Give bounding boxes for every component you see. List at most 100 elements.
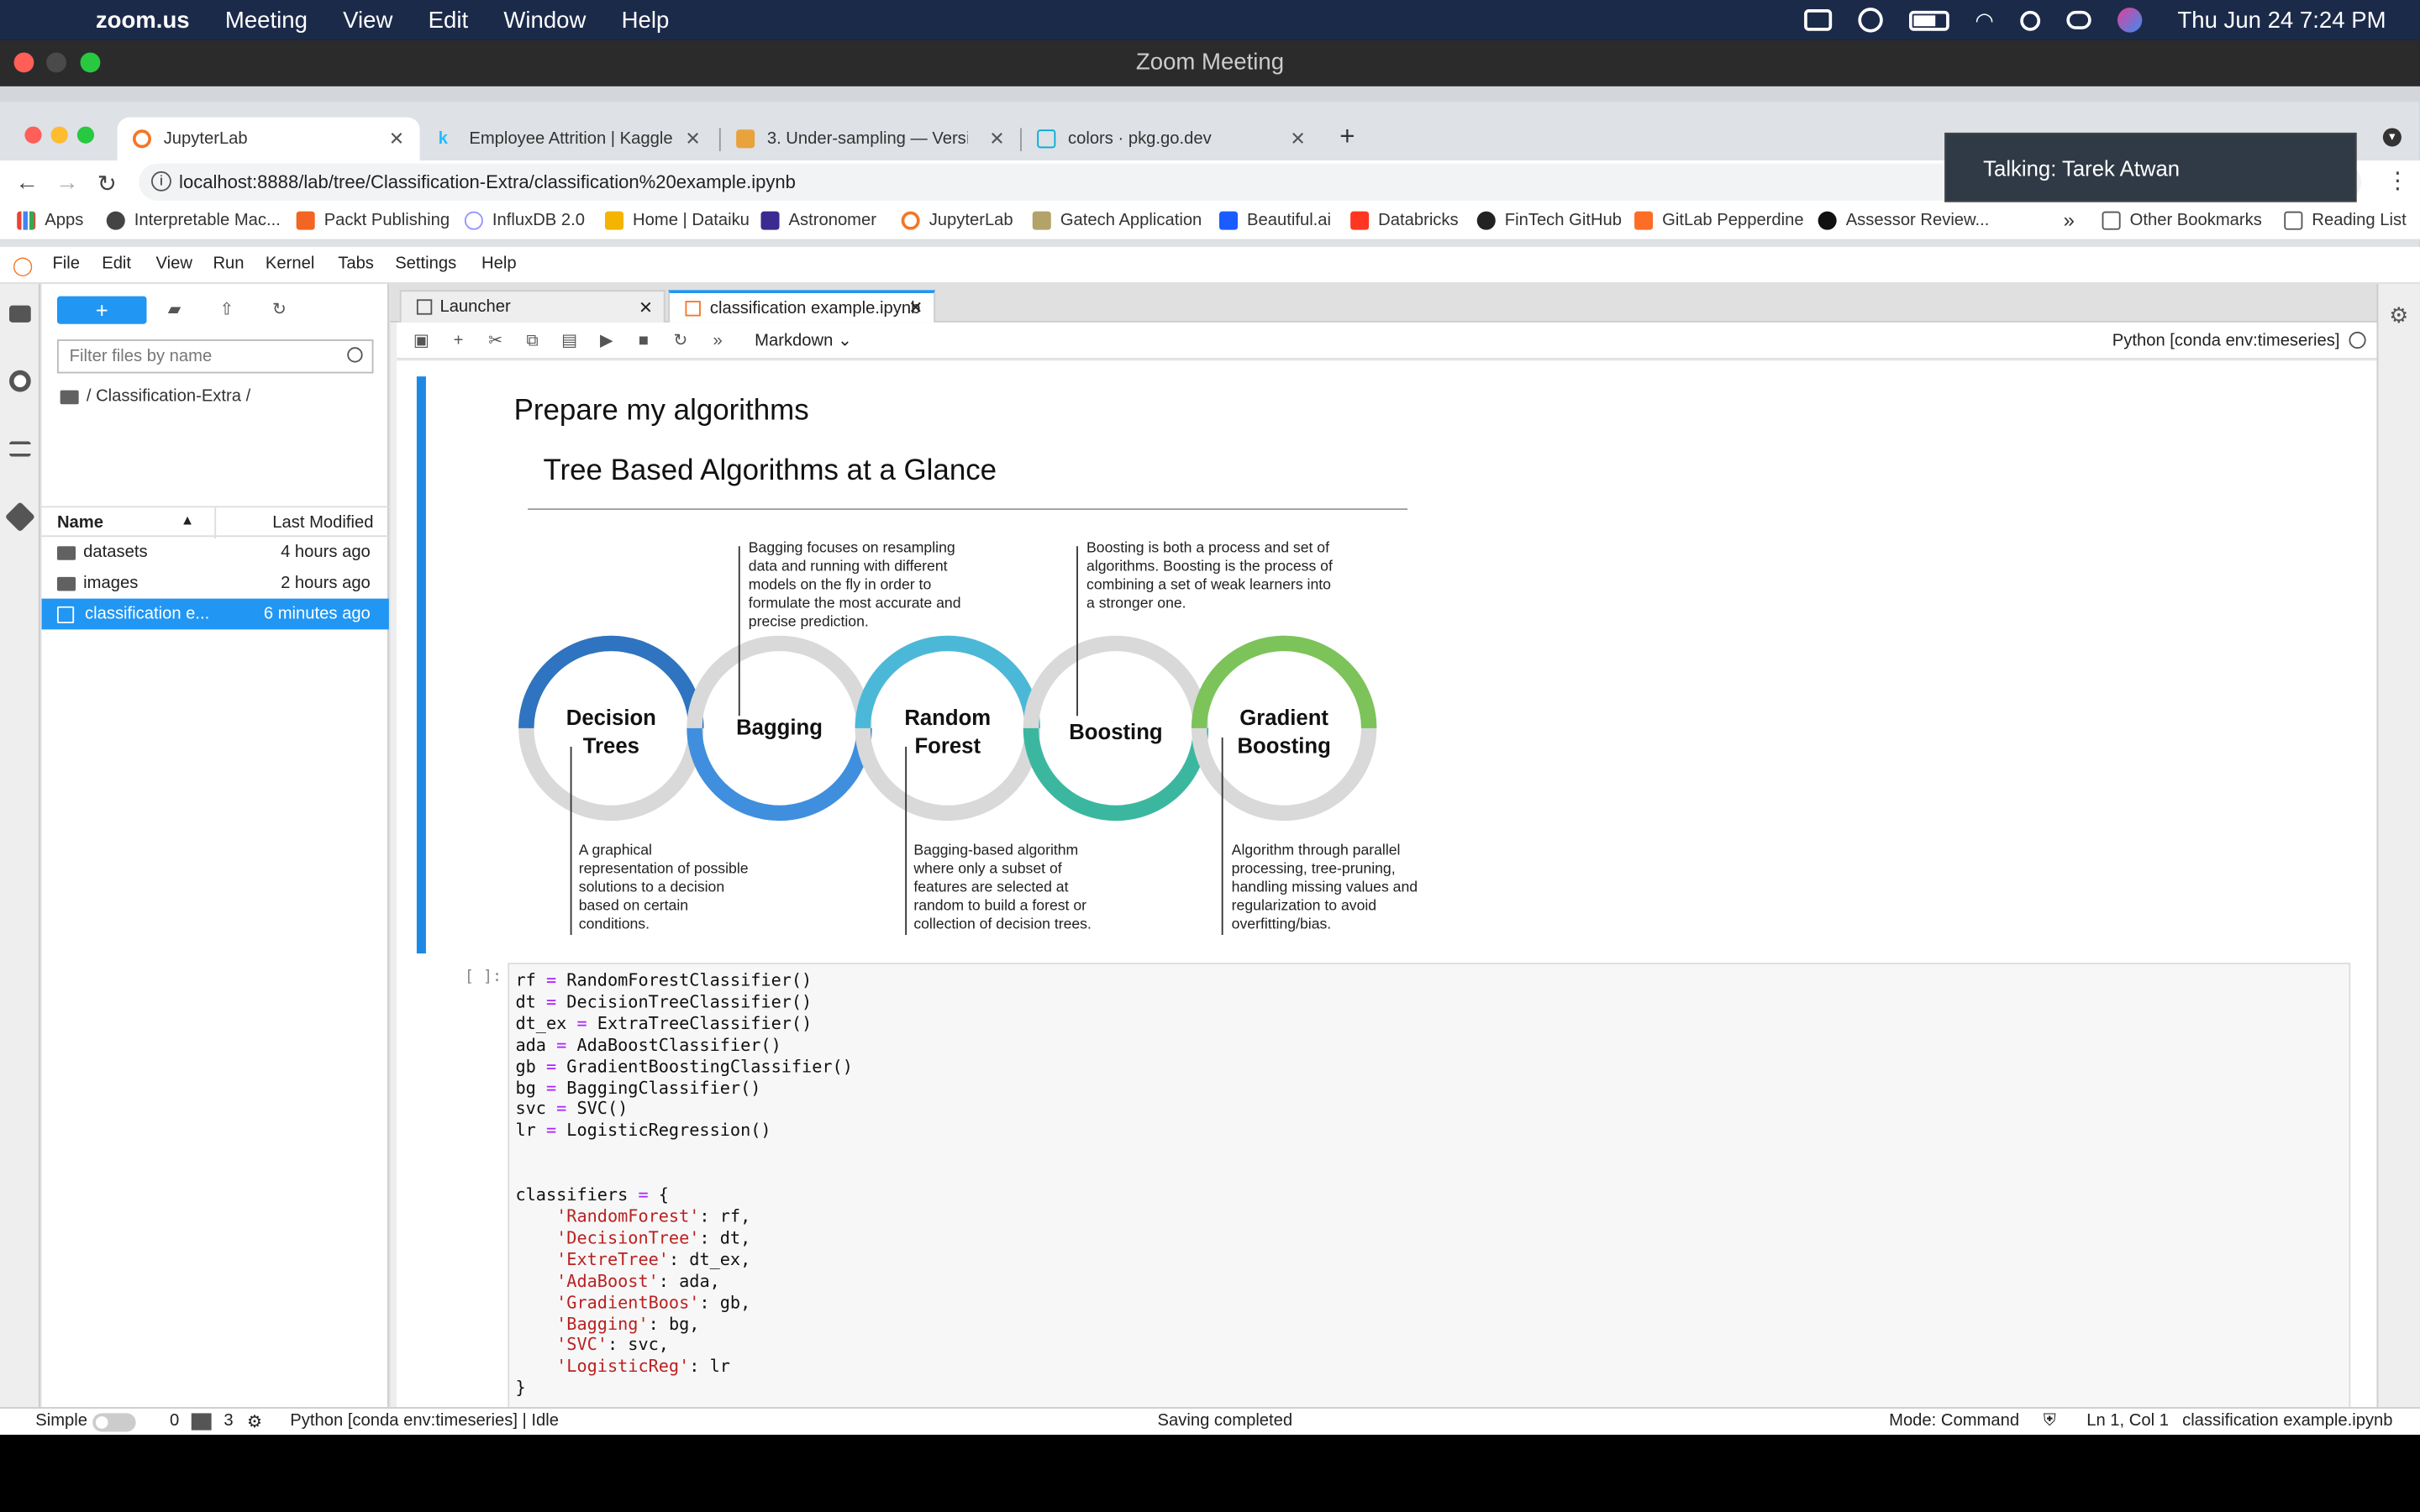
back-arrow-icon[interactable]: ← <box>15 170 39 196</box>
new-launcher-button[interactable]: + <box>56 296 147 324</box>
trust-shield-icon[interactable]: ⛨ <box>2044 1412 2056 1432</box>
wifi-icon[interactable]: ◠ <box>1975 7 1993 33</box>
bookmark-beautiful-ai[interactable]: Beautiful.ai <box>1218 211 1331 230</box>
play-icon[interactable] <box>1857 8 1883 33</box>
running-kernels-icon[interactable] <box>9 370 31 392</box>
new-tab-button[interactable]: + <box>1339 122 1355 153</box>
bookmark-databricks[interactable]: Databricks <box>1350 211 1459 230</box>
kernel-status[interactable]: Python [conda env:timeseries] | Idle <box>290 1412 559 1431</box>
cursor-position[interactable]: Ln 1, Col 1 <box>2086 1412 2169 1431</box>
upload-icon[interactable]: ⇧ <box>218 299 236 319</box>
doc-tab-launcher[interactable]: Launcher ✕ <box>399 290 666 323</box>
menu-bar-clock[interactable]: Thu Jun 24 7:24 PM <box>2177 7 2386 33</box>
control-center-icon[interactable] <box>2066 10 2091 29</box>
run-cell-icon[interactable]: ▶ <box>597 332 616 350</box>
jmenu-tabs[interactable]: Tabs <box>338 255 374 273</box>
bookmark-jupyterlab[interactable]: JupyterLab <box>901 211 1013 230</box>
refresh-icon[interactable]: ↻ <box>270 299 288 319</box>
bookmark-astronomer[interactable]: Astronomer <box>760 211 876 230</box>
bookmark-fintech-github[interactable]: FinTech GitHub <box>1476 211 1622 230</box>
file-row-images[interactable]: images 2 hours ago <box>42 568 389 599</box>
bookmark-influxdb[interactable]: InfluxDB 2.0 <box>464 211 585 230</box>
kernel-name[interactable]: Python [conda env:timeseries] <box>2112 332 2340 350</box>
forward-arrow-icon[interactable]: → <box>55 170 79 196</box>
breadcrumb[interactable]: / Classification-Extra / <box>60 387 250 406</box>
search-icon[interactable] <box>2020 9 2040 30</box>
minimize-window-button[interactable] <box>46 52 66 73</box>
copy-icon[interactable]: ⧉ <box>523 332 542 350</box>
reading-list[interactable]: Reading List <box>2284 211 2407 230</box>
bookmark-gitlab[interactable]: GitLab Pepperdine <box>1634 211 1804 230</box>
table-of-contents-icon[interactable] <box>9 441 31 457</box>
jmenu-help[interactable]: Help <box>481 255 517 273</box>
jmenu-kernel[interactable]: Kernel <box>266 255 314 273</box>
code-cell-editor[interactable]: rf = RandomForestClassifier() dt = Decis… <box>508 963 2351 1410</box>
close-window-button[interactable] <box>13 52 34 73</box>
other-bookmarks[interactable]: Other Bookmarks <box>2102 211 2262 230</box>
notebook-mode[interactable]: Mode: Command <box>1889 1412 2019 1431</box>
menu-view[interactable]: View <box>343 7 392 33</box>
menu-edit[interactable]: Edit <box>429 7 468 33</box>
extension-manager-icon[interactable] <box>4 501 36 533</box>
close-tab-icon[interactable]: ✕ <box>908 297 923 318</box>
browser-tab-jupyterlab[interactable]: JupyterLab ✕ <box>117 117 420 161</box>
browser-menu-icon[interactable]: ⋮ <box>2386 166 2410 194</box>
insert-cell-icon[interactable]: + <box>449 332 467 350</box>
reload-icon[interactable]: ↻ <box>97 170 117 197</box>
bookmark-assessor[interactable]: Assessor Review... <box>1818 211 1989 230</box>
close-tab-icon[interactable]: ✕ <box>989 128 1004 150</box>
close-tab-icon[interactable]: ✕ <box>1290 128 1305 150</box>
bookmark-gatech[interactable]: Gatech Application <box>1032 211 1202 230</box>
jmenu-file[interactable]: File <box>52 255 80 273</box>
folder-icon <box>56 545 76 559</box>
cut-icon[interactable]: ✂ <box>487 332 505 350</box>
bookmark-interpretable[interactable]: Interpretable Mac... <box>106 211 281 230</box>
restart-kernel-icon[interactable]: ↻ <box>671 332 690 350</box>
jmenu-view[interactable]: View <box>156 255 192 273</box>
save-icon[interactable]: ▣ <box>412 332 430 350</box>
zoom-video-icon[interactable] <box>1803 9 1832 31</box>
interrupt-kernel-icon[interactable]: ■ <box>634 332 653 350</box>
bookmark-dataiku[interactable]: Home | Dataiku <box>604 211 750 230</box>
menu-help[interactable]: Help <box>622 7 670 33</box>
zoom-window-button[interactable] <box>80 52 101 73</box>
siri-icon[interactable] <box>2117 8 2143 33</box>
new-folder-icon[interactable]: ▰ <box>166 299 184 319</box>
close-tab-icon[interactable]: ✕ <box>389 128 404 150</box>
paste-icon[interactable]: ▤ <box>560 332 579 350</box>
column-last-modified[interactable]: Last Modified <box>272 514 373 533</box>
tab-search-icon[interactable]: ▾ <box>2382 128 2402 147</box>
file-row-classification-notebook[interactable]: classification e... 6 minutes ago <box>41 598 389 630</box>
close-tab-icon[interactable]: ✕ <box>685 128 700 150</box>
menu-meeting[interactable]: Meeting <box>225 7 308 33</box>
browser-tab-undersampling[interactable]: 3. Under-sampling — Version 0 ✕ <box>721 118 1020 160</box>
site-info-icon[interactable]: i <box>150 171 171 192</box>
terminal-count[interactable]: 0 <box>170 1412 179 1431</box>
bookmark-packt[interactable]: Packt Publishing <box>296 211 450 230</box>
bookmark-apps[interactable]: Apps <box>17 211 83 230</box>
sort-ascending-icon[interactable]: ▲ <box>181 512 194 528</box>
menu-window[interactable]: Window <box>503 7 586 33</box>
battery-icon[interactable] <box>1908 9 1949 30</box>
property-inspector-gear-icon[interactable]: ⚙ <box>2389 302 2408 328</box>
column-name[interactable]: Name <box>57 514 103 533</box>
browser-tab-pkg-go[interactable]: colors · pkg.go.dev ✕ <box>1022 118 1321 160</box>
doc-tab-classification-example[interactable]: classification example.ipynb ✕ <box>668 290 936 323</box>
filter-files-input[interactable]: Filter files by name <box>56 339 374 374</box>
file-browser-icon[interactable] <box>9 305 31 323</box>
kernel-count[interactable]: 3 <box>224 1412 233 1431</box>
close-tab-icon[interactable]: ✕ <box>639 297 653 317</box>
cell-type-dropdown[interactable]: Markdown ⌄ <box>755 330 852 350</box>
bookmarks-overflow-button[interactable]: » <box>2064 208 2075 232</box>
browser-tab-kaggle[interactable]: k Employee Attrition | Kaggle ✕ <box>423 118 716 160</box>
file-modified: 4 hours ago <box>281 543 371 562</box>
jmenu-edit[interactable]: Edit <box>102 255 131 273</box>
terminal-icon <box>191 1413 212 1431</box>
bookmark-favicon-icon <box>1350 211 1370 230</box>
simple-mode-toggle[interactable] <box>92 1413 136 1432</box>
app-name-menu[interactable]: zoom.us <box>96 7 190 33</box>
jmenu-run[interactable]: Run <box>213 255 244 273</box>
run-all-icon[interactable]: » <box>708 332 727 350</box>
jmenu-settings[interactable]: Settings <box>395 255 456 273</box>
file-row-datasets[interactable]: datasets 4 hours ago <box>42 537 389 568</box>
